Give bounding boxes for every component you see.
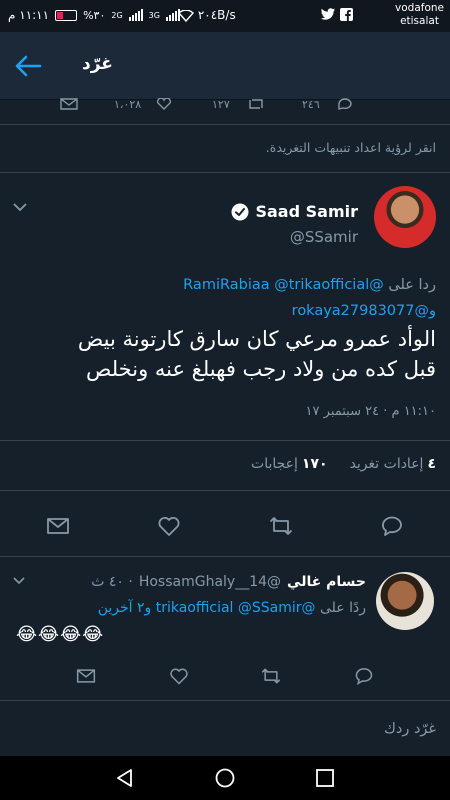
divider (0, 490, 450, 491)
mail-icon[interactable] (60, 98, 78, 110)
tweet-text-line: قبل كده من ولاد رجب فهبلغ عنه ونخلص (85, 357, 436, 381)
reply-text: 😂😂😂😂 (16, 624, 105, 645)
twitter-icon (320, 8, 336, 20)
reply-author-name[interactable]: حسام غالي (287, 574, 366, 590)
likes-stat[interactable]: ١٧٠إعجابات (251, 456, 328, 472)
network-2g-label: 2G (111, 10, 123, 20)
mention-link[interactable]: @rokaya27983077 (292, 303, 429, 319)
system-nav-bar (0, 756, 450, 800)
likes-label: إعجابات (251, 456, 298, 472)
retweet-icon[interactable] (269, 514, 293, 538)
prev-retweets-count: ١٢٧ (212, 98, 230, 111)
tweet-stats: ٤إعادات تغريد ١٧٠إعجابات (251, 456, 436, 472)
network-3g-label: 3G (148, 10, 160, 20)
prev-replies-count: ٢٤٦ (302, 98, 320, 111)
divider (0, 124, 450, 125)
status-left: ١١:١١ م %٣٠ 2G 3G (8, 8, 180, 22)
likes-count: ١٧٠ (301, 456, 328, 472)
reply-author-handle[interactable]: @HossamGhaly__14 (139, 574, 281, 590)
avatar[interactable] (376, 572, 434, 630)
prev-likes-count: ١،٠٢٨ (114, 98, 142, 111)
previous-tweet-actions: ١،٠٢٨ ١٢٧ ٢٤٦ (0, 98, 450, 120)
speed-value: ٢٠٤B/s (197, 8, 236, 22)
avatar[interactable] (374, 186, 436, 248)
clock: ١١:١١ م (8, 8, 50, 22)
replying-to: ردا على @RamiRabiaa @trikaofficial و@rok… (16, 272, 436, 324)
retweets-stat[interactable]: ٤إعادات تغريد (350, 456, 436, 472)
reply-icon[interactable] (380, 514, 404, 538)
back-arrow-icon[interactable] (14, 54, 42, 78)
author-row: Saad Samir (231, 202, 358, 221)
heart-icon[interactable] (169, 666, 189, 686)
battery-icon (55, 9, 78, 21)
mail-icon[interactable] (46, 514, 70, 538)
divider (0, 556, 450, 557)
divider (0, 440, 450, 441)
mention-link[interactable]: @trikaofficial (274, 277, 369, 293)
retweets-count: ٤ (427, 456, 436, 472)
author-handle[interactable]: @SSamir (290, 228, 358, 246)
reply-input[interactable] (16, 715, 436, 743)
focused-tweet: Saad Samir @SSamir ردا على @RamiRabiaa @… (0, 174, 450, 554)
signal-bars-icon (128, 9, 143, 21)
reply-replying-to: ردًا على @trikaofficial @SSamir و٢ آخرين (98, 600, 366, 616)
tweet-timestamp: ١١:١٠ م · ٢٤ سبتمبر ١٧ (305, 404, 436, 419)
battery-percent: %٣٠ (83, 8, 106, 22)
mention-link[interactable]: @SSamir (238, 600, 302, 616)
verified-badge-icon (231, 203, 249, 220)
status-bar: ١١:١١ م %٣٠ 2G 3G ٢٠٤B/s vodafone etisal… (0, 0, 450, 32)
carrier-secondary: etisalat (400, 15, 439, 27)
wifi-speed: ٢٠٤B/s (178, 8, 236, 22)
reply-author-row: حسام غالي @HossamGhaly__14 · ٤٠ ث (91, 574, 366, 590)
tweet-text: الوأد عمرو مرعي كان سارق كارتونة بيض قبل… (16, 324, 436, 384)
reply-icon[interactable] (336, 98, 354, 110)
reply-prefix: ردا على (388, 277, 436, 293)
compose-reply-bar (0, 700, 450, 756)
retweets-label: إعادات تغريد (349, 456, 424, 472)
reply-and: و (428, 303, 436, 319)
back-triangle-icon[interactable] (115, 768, 135, 788)
retweet-icon[interactable] (246, 98, 266, 110)
wifi-icon (178, 8, 194, 22)
notification-icons (320, 8, 353, 21)
carrier-label: vodafone etisalat (395, 2, 444, 28)
carrier-primary: vodafone (395, 2, 444, 14)
reply-prefix: ردًا على (320, 600, 366, 616)
page-title: غرّد (82, 54, 113, 74)
heart-icon[interactable] (156, 98, 172, 110)
mail-icon[interactable] (76, 666, 96, 686)
author-name[interactable]: Saad Samir (255, 202, 358, 221)
recents-square-icon[interactable] (315, 768, 335, 788)
facebook-icon (340, 8, 353, 21)
app-header: غرّد (0, 32, 450, 100)
divider (0, 172, 450, 173)
retweet-icon[interactable] (261, 666, 281, 686)
reply-tweet[interactable]: حسام غالي @HossamGhaly__14 · ٤٠ ث ردًا ع… (0, 558, 450, 698)
tweet-actions (0, 514, 450, 538)
chevron-down-icon[interactable] (12, 576, 26, 585)
reply-time: · ٤٠ ث (91, 574, 133, 590)
notification-hint[interactable]: انقر لرؤية اعداد تنبيهات التغريدة. (266, 140, 436, 155)
heart-icon[interactable] (157, 514, 181, 538)
home-circle-icon[interactable] (215, 768, 235, 788)
others-link[interactable]: و٢ آخرين (98, 600, 152, 616)
reply-actions (0, 666, 450, 686)
tweet-text-line: الوأد عمرو مرعي كان سارق كارتونة بيض (77, 327, 436, 351)
reply-icon[interactable] (354, 666, 374, 686)
reply-time-value: ٤٠ ث (91, 574, 124, 590)
chevron-down-icon[interactable] (12, 202, 28, 212)
